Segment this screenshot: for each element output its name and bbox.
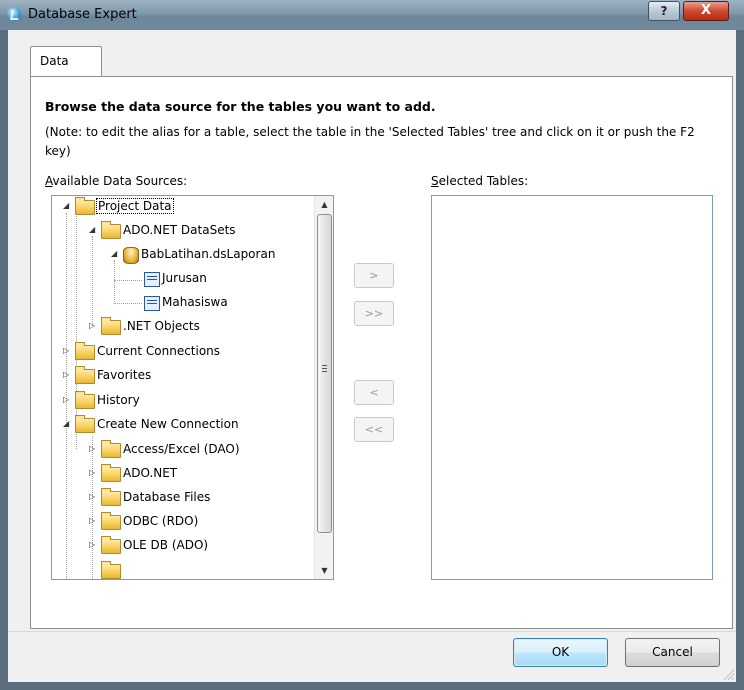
ok-button[interactable]: OK bbox=[513, 638, 608, 667]
remove-all-tables-button[interactable]: << bbox=[354, 417, 394, 442]
expand-arrow-icon[interactable]: ▷ bbox=[89, 517, 97, 525]
collapse-arrow-icon[interactable]: ◢ bbox=[63, 202, 71, 210]
table-icon bbox=[144, 272, 160, 287]
table-icon bbox=[144, 296, 160, 311]
expand-arrow-icon[interactable]: ▷ bbox=[63, 396, 71, 404]
close-button[interactable]: X bbox=[683, 1, 729, 21]
tree-connector bbox=[114, 260, 115, 304]
folder-icon bbox=[101, 317, 121, 335]
tree-node-label: ODBC (RDO) bbox=[123, 514, 199, 528]
available-data-sources-label: Available Data Sources: bbox=[45, 174, 187, 188]
folder-icon bbox=[75, 342, 95, 360]
cancel-button[interactable]: Cancel bbox=[625, 638, 720, 667]
folder-icon bbox=[75, 415, 95, 433]
dataset-icon bbox=[123, 247, 139, 264]
scrollbar-thumb[interactable] bbox=[317, 214, 332, 533]
folder-icon bbox=[101, 488, 121, 506]
folder-icon bbox=[75, 197, 95, 215]
selected-label-text: elected Tables: bbox=[438, 174, 529, 188]
remove-table-button[interactable]: < bbox=[354, 380, 394, 405]
folder-icon bbox=[101, 561, 121, 579]
expand-arrow-icon[interactable]: ▷ bbox=[89, 469, 97, 477]
scroll-down-arrow-icon[interactable]: ▼ bbox=[315, 562, 333, 579]
tree-node-label: ADO.NET bbox=[123, 466, 178, 480]
scrollbar-grip-icon bbox=[322, 365, 327, 372]
tree-node-label: History bbox=[97, 393, 140, 407]
available-data-sources-tree[interactable]: ◢ Project Data ◢ ADO.NET DataSets ◢ BabL… bbox=[51, 195, 334, 580]
collapse-arrow-icon[interactable]: ◢ bbox=[111, 250, 119, 258]
add-table-button[interactable]: > bbox=[354, 263, 394, 288]
tree-node-label: Create New Connection bbox=[97, 417, 239, 431]
panel-note: (Note: to edit the alias for a table, se… bbox=[45, 125, 695, 158]
tree-node-label: .NET Objects bbox=[123, 319, 200, 333]
panel-heading: Browse the data source for the tables yo… bbox=[45, 99, 436, 114]
folder-icon bbox=[101, 221, 121, 239]
expand-arrow-icon[interactable]: ▷ bbox=[63, 371, 71, 379]
window-title: Database Expert bbox=[28, 7, 137, 22]
tree-connector bbox=[114, 280, 142, 281]
tab-data-label: Data bbox=[40, 54, 69, 68]
folder-icon bbox=[101, 440, 121, 458]
selected-tables-tree[interactable] bbox=[431, 195, 713, 580]
available-label-mnemonic: A bbox=[45, 174, 53, 188]
folder-icon bbox=[75, 391, 95, 409]
expand-arrow-icon[interactable]: ▷ bbox=[89, 445, 97, 453]
help-button[interactable]: ? bbox=[648, 1, 680, 21]
dialog-client-area: Data Browse the data source for the tabl… bbox=[8, 30, 736, 682]
tree-node-label: BabLatihan.dsLaporan bbox=[141, 247, 276, 261]
tree-node-label: Database Files bbox=[123, 490, 211, 504]
collapse-arrow-icon[interactable]: ◢ bbox=[63, 420, 71, 428]
resize-grip-icon[interactable] bbox=[724, 670, 734, 680]
add-all-tables-button[interactable]: >> bbox=[354, 301, 394, 326]
tab-bar: Data bbox=[8, 30, 736, 78]
tab-data[interactable]: Data bbox=[30, 46, 102, 78]
crystal-reports-icon bbox=[7, 7, 21, 21]
database-expert-window: Database Expert ? X Data Browse the data… bbox=[0, 0, 744, 690]
expand-arrow-icon[interactable]: ▷ bbox=[89, 322, 97, 330]
expand-arrow-icon[interactable]: ▷ bbox=[89, 541, 97, 549]
tree-node-label: OLE DB (ADO) bbox=[123, 538, 209, 552]
tree-content: ◢ Project Data ◢ ADO.NET DataSets ◢ BabL… bbox=[52, 196, 314, 579]
tree-connector bbox=[92, 436, 93, 579]
tree-node-label: Mahasiswa bbox=[162, 295, 228, 309]
expand-arrow-icon[interactable]: ▷ bbox=[89, 493, 97, 501]
folder-icon bbox=[101, 536, 121, 554]
tree-node-label: ADO.NET DataSets bbox=[123, 223, 236, 237]
expand-arrow-icon[interactable]: ▷ bbox=[63, 347, 71, 355]
title-bar[interactable]: Database Expert ? X bbox=[0, 0, 744, 30]
tree-node-label: Project Data bbox=[96, 198, 174, 214]
collapse-arrow-icon[interactable]: ◢ bbox=[89, 226, 97, 234]
folder-icon bbox=[75, 366, 95, 384]
folder-icon bbox=[101, 512, 121, 530]
tree-connector bbox=[76, 213, 77, 449]
folder-icon bbox=[101, 464, 121, 482]
tree-node-label: Access/Excel (DAO) bbox=[123, 442, 240, 456]
selected-label-mnemonic: S bbox=[431, 174, 439, 188]
available-label-text: vailable Data Sources: bbox=[52, 174, 188, 188]
tree-vertical-scrollbar[interactable]: ▲ ▼ bbox=[314, 196, 333, 579]
selected-tables-label: Selected Tables: bbox=[431, 174, 528, 188]
data-tab-panel: Browse the data source for the tables yo… bbox=[30, 76, 733, 629]
tree-node-label: Jurusan bbox=[162, 271, 207, 285]
tree-node-label: Current Connections bbox=[97, 344, 221, 358]
scroll-up-arrow-icon[interactable]: ▲ bbox=[315, 196, 333, 213]
tree-connector bbox=[92, 236, 93, 326]
footer-separator bbox=[8, 631, 736, 632]
tree-node-label: Favorites bbox=[97, 368, 152, 382]
tree-connector bbox=[114, 303, 142, 304]
